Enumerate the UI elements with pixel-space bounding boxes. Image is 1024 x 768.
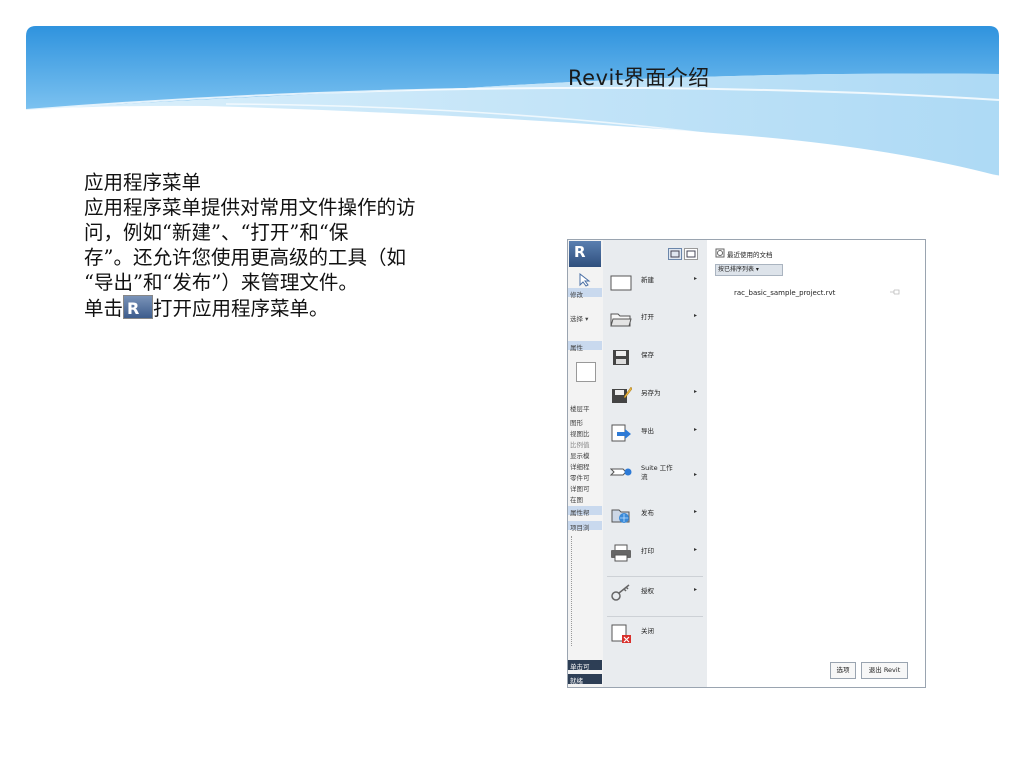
body-line-5-pre: 单击: [84, 297, 124, 320]
strip-label-12[interactable]: 属性帮: [570, 507, 590, 517]
strip-label-3: 楼层平: [570, 405, 590, 413]
header-banner: [26, 26, 999, 176]
recent-docs-icon: [715, 248, 725, 258]
application-menu: 新建 ▸ 打开 ▸ 保存 另存为 ▸ 导出 ▸ Suite 工作流 ▸ 发布 ▸ 打印 ▸: [603, 240, 708, 687]
publish-icon: [611, 509, 630, 523]
recent-documents-title: 最近使用的文档: [727, 251, 773, 259]
menu-item-publish[interactable]: 发布 ▸: [603, 501, 707, 535]
save-as-icon: [612, 386, 632, 403]
project-tree: [571, 536, 600, 646]
strip-label-0: 修改: [570, 291, 583, 299]
body-line-1: 应用程序菜单提供对常用文件操作的访: [84, 196, 416, 219]
app-menu-button[interactable]: R: [569, 241, 601, 267]
menu-item-licensing[interactable]: 授权 ▸: [603, 579, 707, 613]
body-text: 应用程序菜单 应用程序菜单提供对常用文件操作的访 问，例如“新建”、“打开”和“…: [84, 170, 544, 321]
open-folder-icon: [610, 313, 632, 327]
pin-icon[interactable]: [890, 289, 900, 295]
key-icon: [611, 584, 630, 601]
body-line-2: 问，例如“新建”、“打开”和“保: [84, 221, 349, 244]
strip-label-10: 详图可: [570, 485, 590, 493]
menu-item-print[interactable]: 打印 ▸: [603, 539, 707, 573]
strip-label-15: 就绪: [570, 677, 583, 685]
strip-label-14: 单击可: [570, 663, 590, 671]
body-line-3: 存”。还允许您使用更高级的工具（如: [84, 246, 406, 269]
new-file-icon: [610, 275, 632, 291]
slide-title: Revit界面介绍: [568, 66, 710, 90]
strip-label-4: 图形: [570, 419, 583, 427]
strip-label-7: 显示模: [570, 452, 590, 460]
options-button[interactable]: 选项: [830, 662, 856, 679]
menu-item-new[interactable]: 新建 ▸: [603, 268, 707, 302]
section-heading: 应用程序菜单: [84, 171, 202, 194]
revit-menu-screenshot: R 修改 选择 ▾ 属性 楼层平 图形 视图比 比例值 显示模 详细程 零件可 …: [567, 239, 926, 688]
menu-item-export[interactable]: 导出 ▸: [603, 419, 707, 453]
suite-workflow-icon: [610, 468, 632, 476]
strip-label-6: 比例值: [570, 441, 590, 449]
type-preview: [576, 362, 596, 382]
body-line-5-post: 打开应用程序菜单。: [153, 297, 329, 320]
printer-icon: [611, 544, 631, 562]
recent-documents-panel: 最近使用的文档 按已排序列表 ▾ rac_basic_sample_projec…: [707, 240, 925, 687]
strip-label-13: 项目浏: [570, 524, 590, 532]
sort-order-dropdown[interactable]: 按已排序列表 ▾: [715, 264, 783, 276]
strip-label-9: 零件可: [570, 474, 590, 482]
export-icon: [611, 424, 631, 442]
recent-file-item[interactable]: rac_basic_sample_project.rvt: [734, 289, 835, 297]
menu-item-save-as[interactable]: 另存为 ▸: [603, 381, 707, 415]
menu-item-open[interactable]: 打开 ▸: [603, 305, 707, 339]
close-file-icon: [611, 624, 631, 643]
body-line-5: 单击 R 打开应用程序菜单。: [84, 295, 544, 321]
revit-logo-icon: R: [123, 295, 154, 319]
exit-revit-button[interactable]: 退出 Revit: [861, 662, 908, 679]
cursor-icon: [579, 273, 591, 287]
left-panel: R 修改 选择 ▾ 属性 楼层平 图形 视图比 比例值 显示模 详细程 零件可 …: [568, 240, 604, 687]
strip-label-8: 详细程: [570, 463, 590, 471]
strip-label-2: 属性: [570, 344, 583, 352]
strip-label-5: 视图比: [570, 430, 590, 438]
view-toggle-icons[interactable]: [668, 248, 698, 260]
menu-item-close[interactable]: 关闭: [603, 619, 707, 653]
menu-item-suite-workflows[interactable]: Suite 工作流 ▸: [603, 458, 707, 492]
strip-label-1[interactable]: 选择 ▾: [570, 313, 588, 323]
menu-item-save[interactable]: 保存: [603, 343, 707, 377]
strip-label-11: 在图: [570, 496, 583, 504]
save-disk-icon: [613, 350, 629, 365]
body-line-4: “导出”和“发布”）来管理文件。: [84, 271, 358, 294]
